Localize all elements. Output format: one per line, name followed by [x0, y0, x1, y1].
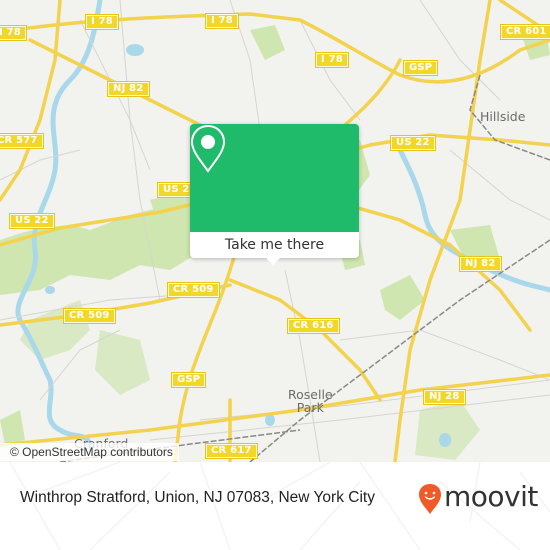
lake: [439, 433, 451, 447]
road-cr616: [228, 278, 382, 402]
park-area: [380, 275, 425, 320]
brand-name: moovit: [444, 480, 538, 513]
route-shield: NJ 28: [423, 389, 466, 405]
popup-pointer: [265, 257, 281, 265]
route-shield: US 22: [390, 135, 436, 151]
map-attribution[interactable]: © OpenStreetMap contributors: [0, 443, 179, 461]
address-text: Winthrop Stratford, Union, NJ 07083, New…: [20, 489, 375, 506]
route-shield: CR 509: [63, 308, 116, 324]
route-shield: GSP: [170, 372, 207, 388]
route-shield: NJ 82: [107, 81, 150, 97]
route-shield: NJ 82: [459, 256, 502, 272]
route-shield: CR 577: [0, 133, 44, 149]
park-area: [0, 410, 25, 445]
route-shield: CR 617: [205, 443, 258, 459]
map-canvas[interactable]: I 78 I 78 I 78 I 78 CR 601 GSP NJ 82 CR …: [0, 0, 550, 462]
lake: [45, 286, 55, 294]
route-shield: CR 509: [167, 282, 220, 298]
route-shield: I 78: [0, 25, 27, 41]
route-shield: CR 601: [500, 24, 550, 40]
footer: Winthrop Stratford, Union, NJ 07083, New…: [0, 462, 550, 550]
route-shield: I 78: [85, 14, 119, 30]
route-shield: US 22: [9, 213, 55, 229]
route-shield: CR 616: [287, 318, 340, 334]
park-area: [415, 400, 480, 460]
park-area: [250, 25, 285, 60]
lake: [126, 44, 144, 56]
moovit-pin-icon: [419, 484, 441, 514]
place-label-hillside: Hillside: [480, 109, 526, 124]
route-shield: GSP: [402, 60, 439, 76]
park-area: [95, 330, 150, 395]
place-label-roselle-park: Roselle Park: [288, 387, 333, 415]
route-shield: I 78: [315, 52, 349, 68]
take-me-there-button[interactable]: Take me there: [190, 232, 359, 258]
location-popup: Take me there: [190, 124, 359, 265]
route-shield: I 78: [205, 13, 239, 29]
popup-header: [190, 124, 359, 232]
map-pin-icon: [190, 124, 226, 173]
